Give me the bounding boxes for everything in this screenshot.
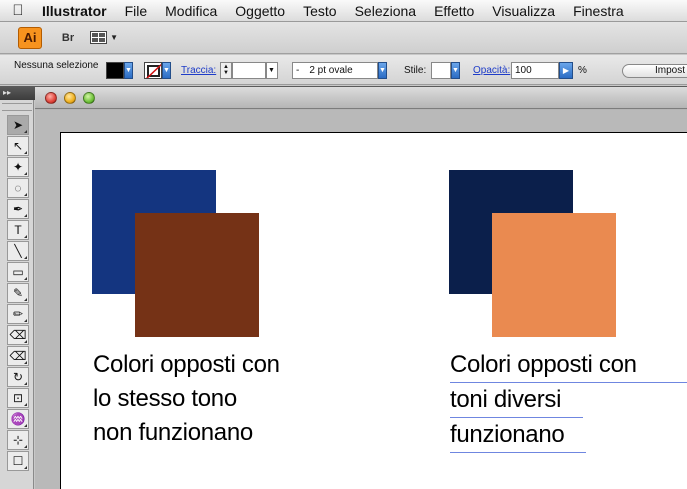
menu-modifica[interactable]: Modifica (156, 3, 226, 19)
menu-seleziona[interactable]: Seleziona (346, 3, 426, 19)
menu-finestra[interactable]: Finestra (564, 3, 633, 19)
lasso-tool-icon[interactable]: ◌ (7, 178, 29, 198)
brush-definition-dropdown[interactable]: - 2 pt ovale ▼ (292, 61, 387, 79)
magic-wand-tool-icon[interactable]: ✦ (7, 157, 29, 177)
right-front-square[interactable] (492, 213, 616, 337)
selection-tool-icon[interactable]: ➤ (7, 115, 29, 135)
arrange-documents-icon (90, 31, 108, 44)
document-title-bar[interactable] (35, 87, 687, 109)
menu-bar:  Illustrator File Modifica Oggetto Test… (0, 0, 687, 22)
type-tool-icon[interactable]: T (7, 220, 29, 240)
menu-illustrator[interactable]: Illustrator (36, 3, 116, 19)
paintbrush-tool-icon[interactable]: ✎ (7, 283, 29, 303)
opacity-input[interactable]: 100 (511, 61, 559, 79)
chevron-right-icon[interactable]: ▶ (559, 61, 573, 79)
line-tool-icon[interactable]: ╲ (7, 241, 29, 261)
fill-swatch[interactable] (106, 61, 124, 79)
style-label: Stile: (404, 65, 427, 76)
pen-tool-icon[interactable]: ✒ (7, 199, 29, 219)
no-stroke-icon (146, 63, 161, 78)
opacity-label-link[interactable]: Opacità: (473, 65, 510, 76)
rectangle-tool-icon[interactable]: ▭ (7, 262, 29, 282)
menu-visualizza[interactable]: Visualizza (483, 3, 564, 19)
free-transform-tool-icon[interactable]: ⊹ (7, 430, 29, 450)
chevron-down-icon[interactable]: ▼ (266, 61, 278, 79)
chevron-down-icon: ▼ (110, 33, 118, 42)
stroke-weight-control[interactable]: ▲ ▼ ▼ (220, 61, 278, 79)
stroke-weight-input[interactable] (232, 61, 266, 79)
left-caption-line-1: Colori opposti con (93, 351, 280, 378)
eraser-tool-icon[interactable]: ⌫ (7, 346, 29, 366)
menu-effetto[interactable]: Effetto (425, 3, 483, 19)
collapse-panel-icon[interactable]: ▸▸ (3, 88, 11, 97)
menu-testo[interactable]: Testo (294, 3, 345, 19)
control-panel: Nessuna selezione ▼ ▼ Traccia: ▲ ▼ ▼ - 2 … (0, 55, 687, 85)
style-swatch[interactable] (431, 61, 451, 79)
opacity-control[interactable]: 100 ▶ (511, 61, 573, 79)
stroke-color-control[interactable]: ▼ (144, 61, 171, 79)
stroke-label-link[interactable]: Traccia: (181, 65, 216, 76)
stroke-weight-stepper[interactable]: ▲ ▼ (220, 61, 232, 79)
right-caption-line-2: toni diversi (450, 383, 583, 418)
stroke-swatch-none-icon[interactable] (144, 61, 162, 79)
minimize-window-button[interactable] (64, 92, 76, 104)
right-caption-line-3: funzionano (450, 418, 586, 453)
right-caption-line-1: Colori opposti con (450, 348, 687, 383)
panel-grip[interactable] (2, 103, 32, 111)
fill-color-control[interactable]: ▼ (106, 61, 133, 79)
canvas-area[interactable]: Colori opposti con lo stesso tono non fu… (35, 110, 687, 489)
selection-status: Nessuna selezione (14, 60, 99, 71)
chevron-down-icon[interactable]: ▼ (124, 61, 133, 79)
document-setup-button[interactable]: Impost (622, 64, 687, 78)
left-front-square[interactable] (135, 213, 259, 337)
opacity-percent: % (578, 65, 587, 76)
artboard[interactable]: Colori opposti con lo stesso tono non fu… (60, 132, 687, 489)
document-window: Colori opposti con lo stesso tono non fu… (35, 87, 687, 489)
left-caption[interactable]: Colori opposti con lo stesso tono non fu… (93, 348, 353, 450)
close-window-button[interactable] (45, 92, 57, 104)
chevron-down-icon[interactable]: ▼ (162, 61, 171, 79)
direct-selection-tool-icon[interactable]: ↖ (7, 136, 29, 156)
menu-file[interactable]: File (116, 3, 157, 19)
bridge-button[interactable]: Br (56, 29, 80, 47)
bridge-icon: Br (61, 31, 75, 44)
brush-label: 2 pt ovale (309, 64, 353, 76)
scale-tool-icon[interactable]: ⊡ (7, 388, 29, 408)
illustrator-logo-icon: Ai (18, 26, 42, 49)
menu-oggetto[interactable]: Oggetto (226, 3, 294, 19)
chevron-down-icon[interactable]: ▼ (378, 61, 387, 79)
brush-dash-icon: - (296, 64, 300, 76)
tools-panel: ➤ ↖ ✦ ◌ ✒ T ╲ ▭ ✎ ✏ ⌫ ⌫ ↻ ⊡ ♒ ⊹ ☐ (0, 100, 34, 489)
style-dropdown[interactable]: ▼ (431, 61, 460, 79)
blob-brush-tool-icon[interactable]: ⌫ (7, 325, 29, 345)
apple-icon[interactable]:  (0, 2, 36, 19)
left-caption-line-3: non funzionano (93, 419, 253, 446)
warp-tool-icon[interactable]: ♒ (7, 409, 29, 429)
zoom-window-button[interactable] (83, 92, 95, 104)
pencil-tool-icon[interactable]: ✏ (7, 304, 29, 324)
chevron-down-icon[interactable]: ▼ (451, 61, 460, 79)
left-caption-line-2: lo stesso tono (93, 385, 237, 412)
symbol-sprayer-tool-icon[interactable]: ☐ (7, 451, 29, 471)
right-caption[interactable]: Colori opposti con toni diversi funziona… (450, 348, 687, 453)
application-bar: Ai Br ▼ (0, 22, 687, 54)
rotate-tool-icon[interactable]: ↻ (7, 367, 29, 387)
arrange-documents-button[interactable]: ▼ (90, 29, 118, 47)
